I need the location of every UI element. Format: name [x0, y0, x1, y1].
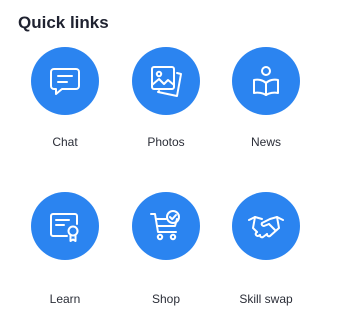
reader-book-icon [253, 66, 279, 96]
quick-link-shop-circle[interactable] [132, 192, 200, 260]
quick-link-skill-swap-circle[interactable] [232, 192, 300, 260]
quick-link-chat-circle[interactable] [31, 47, 99, 115]
quick-link-skill-swap[interactable]: Skill swap [216, 192, 316, 312]
shopping-cart-icon [150, 210, 180, 241]
quick-link-learn-circle[interactable] [31, 192, 99, 260]
quick-link-photos[interactable]: Photos [116, 47, 216, 167]
quick-link-photos-circle[interactable] [132, 47, 200, 115]
photos-icon [151, 66, 182, 97]
quick-link-chat[interactable]: Chat [15, 47, 115, 167]
quick-links-grid: Chat Photos News Learn Shop Skill swap [0, 0, 347, 306]
handshake-icon [248, 216, 284, 239]
quick-link-label: Learn [49, 292, 81, 306]
quick-link-shop[interactable]: Shop [116, 192, 216, 312]
quick-link-news-circle[interactable] [232, 47, 300, 115]
quick-link-learn[interactable]: Learn [15, 192, 115, 312]
quick-link-label: Chat [52, 135, 78, 149]
chat-bubble-icon [50, 68, 80, 95]
quick-link-label: Shop [151, 292, 181, 306]
quick-link-news[interactable]: News [216, 47, 316, 167]
quick-link-label: Photos [147, 135, 185, 149]
quick-link-label: News [250, 135, 281, 149]
quick-link-label: Skill swap [239, 292, 293, 306]
certificate-icon [50, 213, 79, 242]
